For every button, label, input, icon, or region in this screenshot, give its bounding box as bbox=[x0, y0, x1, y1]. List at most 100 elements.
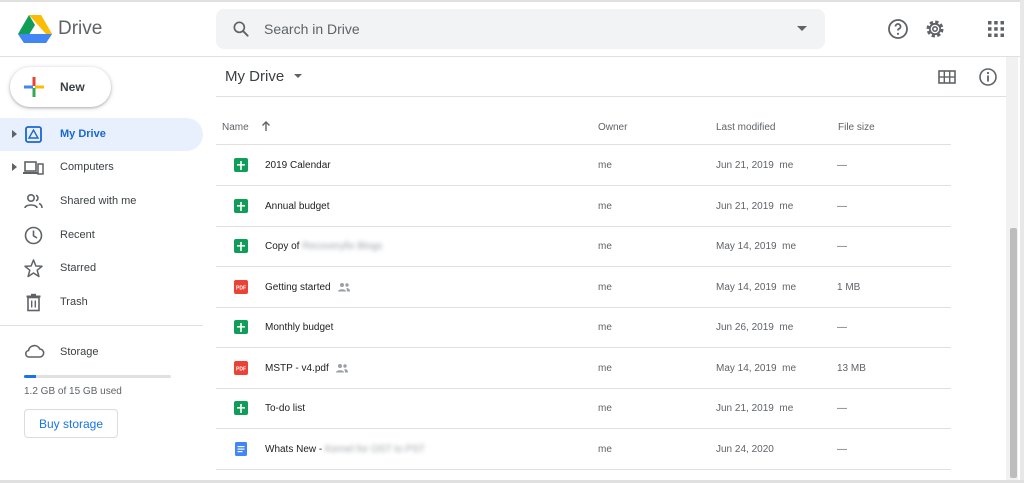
help-icon[interactable] bbox=[886, 17, 910, 41]
settings-gear-icon[interactable] bbox=[923, 17, 947, 41]
new-button-label: New bbox=[60, 80, 85, 94]
spreadsheet-icon bbox=[233, 319, 249, 335]
svg-text:PDF: PDF bbox=[236, 366, 246, 372]
file-name: MSTP - v4.pdf bbox=[265, 362, 329, 374]
sidebar-item-shared-with-me[interactable]: Shared with me bbox=[0, 185, 203, 218]
sidebar-item-label: Recent bbox=[60, 229, 95, 241]
new-button[interactable]: New bbox=[10, 67, 111, 107]
file-row[interactable]: Annual budget me Jun 21, 2019 me — bbox=[216, 186, 951, 227]
pdf-icon: PDF bbox=[233, 279, 249, 295]
file-row[interactable]: PDF Getting started me May 14, 2019 me 1 MB bbox=[216, 267, 951, 308]
sidebar-item-computers[interactable]: Computers bbox=[0, 151, 203, 184]
file-name-cell: To-do list bbox=[265, 403, 305, 414]
scrollbar-thumb[interactable] bbox=[1010, 228, 1017, 478]
file-row[interactable]: 2019 Calendar me Jun 21, 2019 me — bbox=[216, 145, 951, 186]
main-header-divider bbox=[216, 96, 1006, 97]
file-size-cell: 13 MB bbox=[837, 362, 866, 374]
file-size-cell: — bbox=[837, 403, 847, 414]
search-bar[interactable] bbox=[216, 9, 825, 49]
last-modified-cell: May 14, 2019 me bbox=[716, 282, 796, 293]
column-header-owner: Owner bbox=[598, 122, 628, 133]
shared-people-icon bbox=[337, 282, 350, 292]
star-icon bbox=[24, 259, 43, 278]
sidebar-divider bbox=[0, 325, 203, 326]
owner-cell: me bbox=[598, 403, 612, 414]
file-name-cell: Copy of Recoveryfix Blogs bbox=[265, 241, 382, 252]
file-name: Copy of bbox=[265, 241, 303, 252]
owner-cell: me bbox=[598, 443, 612, 455]
last-modified-date: Jun 24, 2020 bbox=[716, 443, 774, 455]
storage-usage-bar bbox=[24, 375, 171, 378]
last-modified-date: Jun 26, 2019 bbox=[716, 322, 774, 333]
buy-storage-button[interactable]: Buy storage bbox=[24, 409, 118, 438]
file-size-cell: — bbox=[837, 443, 847, 455]
owner-cell: me bbox=[598, 322, 612, 333]
last-modified-cell: May 14, 2019 me bbox=[716, 241, 796, 252]
cloud-icon bbox=[25, 344, 45, 358]
trash-icon bbox=[26, 293, 41, 312]
last-modified-cell: May 14, 2019 me bbox=[716, 363, 796, 374]
storage-usage-text: 1.2 GB of 15 GB used bbox=[24, 386, 122, 397]
file-name-redacted: Recoveryfix Blogs bbox=[302, 241, 383, 252]
owner-cell: me bbox=[598, 160, 612, 171]
sort-arrow-up-icon[interactable] bbox=[260, 120, 272, 132]
last-modified-by: me bbox=[779, 403, 794, 414]
window-right-border bbox=[1020, 0, 1024, 483]
clock-icon bbox=[24, 226, 43, 245]
apps-grid-icon[interactable] bbox=[984, 17, 1008, 41]
last-modified-cell: Jun 26, 2019 me bbox=[716, 322, 793, 333]
file-name: Getting started bbox=[265, 281, 331, 293]
sidebar-item-my-drive[interactable]: My Drive bbox=[0, 118, 203, 151]
search-options-chevron-down-icon[interactable] bbox=[797, 26, 807, 31]
file-name-cell: Monthly budget bbox=[265, 322, 333, 333]
top-header: Drive bbox=[0, 2, 1024, 57]
last-modified-date: Jun 21, 2019 bbox=[716, 403, 774, 414]
breadcrumb-my-drive[interactable]: My Drive bbox=[225, 68, 284, 85]
sidebar-item-recent[interactable]: Recent bbox=[0, 219, 203, 252]
sidebar-item-trash[interactable]: Trash bbox=[0, 286, 203, 319]
document-icon bbox=[233, 441, 249, 457]
expand-arrow-icon[interactable] bbox=[12, 163, 17, 171]
grid-view-icon[interactable] bbox=[937, 67, 957, 87]
file-row[interactable]: PDF MSTP - v4.pdf me May 14, 2019 me 13 MB bbox=[216, 348, 951, 389]
info-icon[interactable] bbox=[978, 67, 998, 87]
app-title: Drive bbox=[58, 18, 103, 39]
file-row[interactable]: Copy of Recoveryfix Blogs me May 14, 2019 … bbox=[216, 226, 951, 267]
search-input[interactable] bbox=[264, 19, 764, 39]
sidebar-item-label: Starred bbox=[60, 262, 97, 274]
column-header-file-size: File size bbox=[838, 122, 875, 133]
file-size-cell: 1 MB bbox=[837, 281, 861, 293]
file-name: Whats New - bbox=[265, 443, 326, 455]
search-icon[interactable] bbox=[231, 19, 251, 39]
last-modified-cell: Jun 21, 2019 me bbox=[716, 201, 793, 212]
column-header-name[interactable]: Name bbox=[222, 122, 249, 133]
column-header-last-modified[interactable]: Last modified bbox=[716, 122, 775, 133]
sidebar-item-label: Trash bbox=[60, 296, 88, 308]
file-row[interactable]: To-do list me Jun 21, 2019 me — bbox=[216, 388, 951, 429]
breadcrumb-chevron-down-icon[interactable] bbox=[294, 74, 302, 78]
file-size-cell: — bbox=[837, 322, 847, 333]
owner-cell: me bbox=[598, 281, 612, 293]
file-size-cell: — bbox=[837, 200, 847, 212]
file-name-cell: Getting started bbox=[265, 282, 351, 293]
last-modified-date: May 14, 2019 bbox=[716, 362, 777, 374]
expand-arrow-icon[interactable] bbox=[12, 130, 17, 138]
file-name-cell: Annual budget bbox=[265, 201, 330, 212]
file-row[interactable]: Whats New - Kernel for OST to PST me Jun 2… bbox=[216, 429, 951, 470]
sidebar-item-label: My Drive bbox=[60, 128, 106, 140]
shared-people-icon bbox=[24, 193, 43, 209]
drive-logo-icon[interactable] bbox=[18, 15, 52, 43]
owner-cell: me bbox=[598, 200, 612, 212]
file-size-cell: — bbox=[837, 241, 847, 252]
last-modified-date: May 14, 2019 bbox=[716, 241, 777, 252]
file-row[interactable]: Monthly budget me Jun 26, 2019 me — bbox=[216, 307, 951, 348]
shared-people-icon bbox=[335, 363, 348, 373]
file-name: To-do list bbox=[265, 403, 306, 414]
last-modified-by: me bbox=[782, 241, 797, 252]
sidebar-item-starred[interactable]: Starred bbox=[0, 252, 203, 285]
storage-label: Storage bbox=[60, 346, 99, 358]
spreadsheet-icon bbox=[233, 400, 249, 416]
owner-cell: me bbox=[598, 241, 612, 252]
spreadsheet-icon bbox=[233, 157, 249, 173]
owner-cell: me bbox=[598, 362, 612, 374]
